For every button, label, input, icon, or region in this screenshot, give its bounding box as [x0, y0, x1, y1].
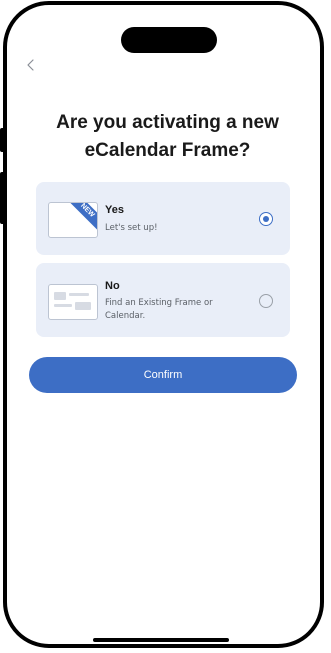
screen: Are you activating a new eCalendar Frame…	[0, 0, 331, 653]
frame-image-block	[75, 302, 91, 310]
option-yes-title: Yes	[105, 204, 124, 216]
option-no-title: No	[105, 280, 120, 292]
existing-frame-thumbnail	[48, 284, 98, 320]
option-yes-card[interactable]: NEW Yes Let's set up!	[36, 182, 290, 255]
phone-frame: Are you activating a new eCalendar Frame…	[3, 1, 324, 648]
option-yes-radio[interactable]	[259, 212, 273, 226]
dynamic-island	[121, 27, 217, 53]
new-badge: NEW	[66, 203, 97, 232]
page-title-line-2: eCalendar Frame?	[84, 140, 251, 161]
option-yes-subtitle: Let's set up!	[105, 223, 158, 233]
option-no-subtitle: Find an Existing Frame or Calendar.	[105, 298, 213, 321]
option-no-card[interactable]: No Find an Existing Frame or Calendar.	[36, 263, 290, 337]
frame-text-line	[69, 293, 89, 296]
page-title: Are you activating a new eCalendar Frame…	[7, 109, 320, 165]
chevron-left-icon[interactable]	[23, 57, 39, 73]
frame-image-block	[54, 292, 66, 300]
option-no-radio[interactable]	[259, 294, 273, 308]
confirm-button[interactable]: Confirm	[29, 357, 297, 393]
page-title-line-1: Are you activating a new	[56, 112, 279, 133]
frame-text-line	[54, 304, 72, 307]
home-indicator[interactable]	[93, 638, 229, 642]
new-frame-thumbnail: NEW	[48, 202, 98, 238]
